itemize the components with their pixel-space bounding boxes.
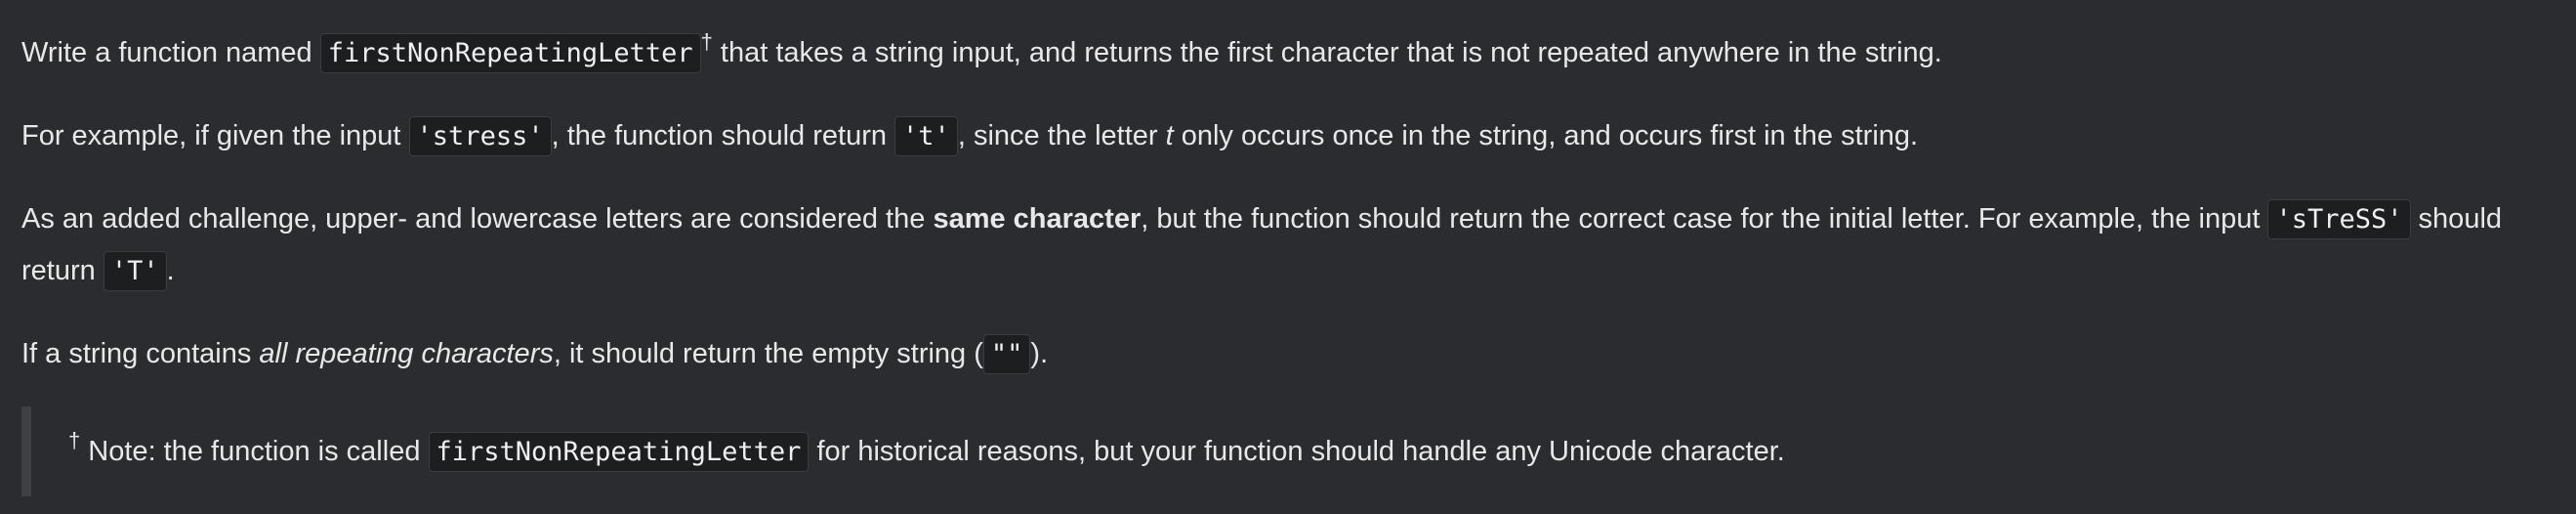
challenge-output-code: 'T' (103, 251, 167, 291)
challenge-text-4: . (166, 255, 175, 286)
note-dagger-mark: † (68, 427, 81, 452)
example-text-1: For example, if given the input (21, 120, 409, 151)
example-input-code: 'stress' (408, 116, 552, 156)
note-blockquote: † Note: the function is called firstNonR… (21, 407, 1877, 496)
example-output-code: 't' (894, 116, 958, 156)
empty-text-3: ). (1030, 338, 1049, 369)
challenge-text-2: , but the function should return the cor… (1141, 203, 2268, 235)
dagger-footnote-mark: † (700, 29, 713, 55)
kata-description: Write a function named firstNonRepeating… (0, 0, 2576, 514)
function-name-code: firstNonRepeatingLetter (319, 33, 701, 73)
same-character-strong: same character (933, 203, 1142, 235)
note-paragraph: † Note: the function is called firstNonR… (68, 426, 1785, 478)
example-letter-emphasis: t (1165, 120, 1174, 151)
example-text-3: , since the letter (957, 120, 1166, 151)
example-text-2: , the function should return (551, 120, 895, 151)
note-function-name-code: firstNonRepeatingLetter (428, 431, 810, 472)
note-text-1: Note: the function is called (80, 435, 429, 467)
example-paragraph: For example, if given the input 'stress'… (21, 110, 2555, 162)
empty-string-paragraph: If a string contains all repeating chara… (21, 328, 2555, 380)
example-text-4: only occurs once in the string, and occu… (1173, 120, 1919, 151)
intro-text-start: Write a function named (21, 37, 320, 68)
intro-text-end: that takes a string input, and returns t… (712, 37, 1942, 68)
intro-paragraph: Write a function named firstNonRepeating… (21, 27, 2555, 79)
empty-string-code: "" (982, 334, 1031, 374)
challenge-text-1: As an added challenge, upper- and lowerc… (21, 203, 934, 235)
challenge-input-code: 'sTreSS' (2267, 199, 2411, 239)
empty-text-1: If a string contains (21, 338, 260, 369)
challenge-paragraph: As an added challenge, upper- and lowerc… (21, 193, 2555, 297)
empty-text-2: , it should return the empty string ( (553, 338, 983, 369)
note-text-2: for historical reasons, but your functio… (809, 435, 1785, 467)
all-repeating-emphasis: all repeating characters (259, 338, 554, 369)
